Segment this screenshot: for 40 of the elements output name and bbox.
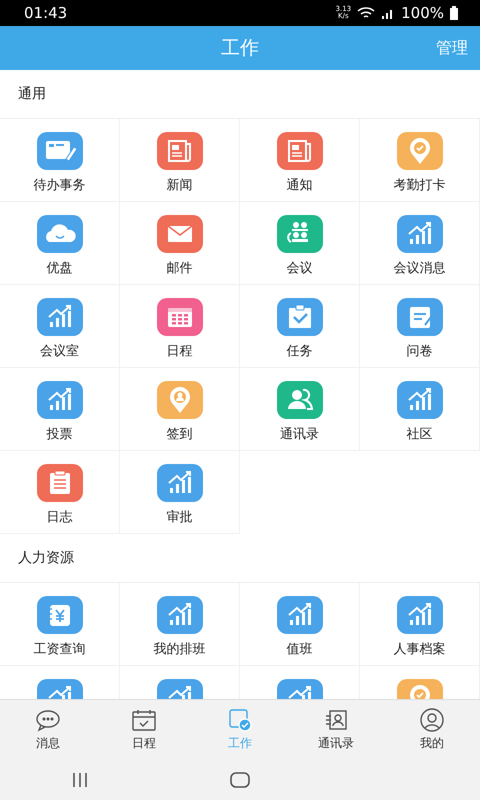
home-icon[interactable] [230,772,250,788]
tab[interactable]: 消息 [0,700,96,760]
app-tile[interactable]: 考勤打卡 [360,119,480,202]
battery-icon [450,6,458,20]
app-tile[interactable]: 通知 [240,119,360,202]
tab[interactable]: 日程 [96,700,192,760]
app-tile[interactable]: 通讯录 [240,368,360,451]
wifi-icon [357,6,376,20]
app-tile[interactable]: 邮件 [120,202,240,285]
tab[interactable]: 我的 [384,700,480,760]
app-tile[interactable]: 优盘 [0,202,120,285]
app-tile[interactable]: 工资查询 [0,583,120,666]
app-tile[interactable]: 会议室 [0,285,120,368]
contact-card-icon [323,708,349,732]
app-tile[interactable]: 投票 [0,368,120,451]
app-tile[interactable]: 社区 [360,368,480,451]
app-tile[interactable]: 签到 [120,368,240,451]
app-tile[interactable]: 日程 [120,285,240,368]
page-title: 工作 [221,36,259,61]
app-tile[interactable]: 值班 [240,583,360,666]
user-icon [419,708,445,732]
app-tile[interactable]: 问卷 [360,285,480,368]
app-tile[interactable]: 会议消息 [360,202,480,285]
app-tile[interactable]: 审批 [120,451,240,534]
tab[interactable]: 通讯录 [288,700,384,760]
app-tile[interactable]: 我的排班 [120,583,240,666]
calendar-icon [131,708,157,732]
section-title: 人力资源 [18,549,74,567]
app-tile[interactable]: 会议 [240,202,360,285]
app-tile[interactable]: 日志 [0,451,120,534]
chat-icon [35,708,61,732]
app-tile[interactable]: 任务 [240,285,360,368]
clock: 01:43 [24,4,68,22]
app-tile[interactable]: 人事档案 [360,583,480,666]
app-tile[interactable]: 新闻 [120,119,240,202]
app-tile[interactable]: 待办事务 [0,119,120,202]
briefcase-check-icon [227,708,253,732]
recent-apps-icon[interactable] [72,773,88,787]
battery-level: 100% [401,4,444,22]
section-title: 通用 [18,85,46,103]
